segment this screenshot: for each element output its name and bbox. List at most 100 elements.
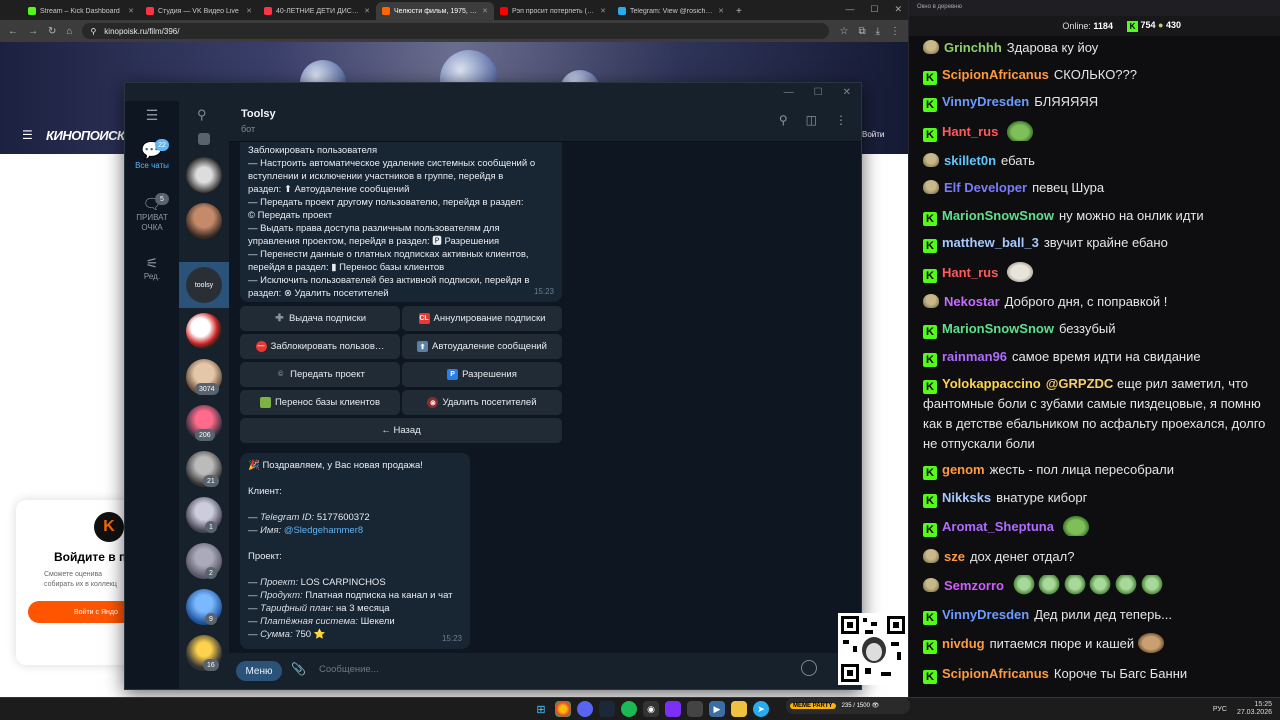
home-icon[interactable]: ⌂ <box>66 26 72 37</box>
chat-username[interactable]: ScipionAfricanus <box>942 67 1049 82</box>
folder-private[interactable]: 🗨 ПРИВАТ ОЧКА 5 <box>125 193 179 233</box>
clock[interactable]: 15:25 27.03.2026 <box>1237 701 1272 717</box>
browser-tab[interactable]: Telegram: View @rosich_russia ✕ <box>612 2 730 20</box>
chat-username[interactable]: ScipionAfricanus <box>942 666 1049 681</box>
discord-icon[interactable] <box>577 701 593 717</box>
reload-icon[interactable]: ↻ <box>48 26 56 37</box>
folder-edit[interactable]: ⚟ Ред. <box>125 255 179 281</box>
kick-badge-icon: K <box>923 239 937 253</box>
close-icon[interactable]: ✕ <box>718 7 724 15</box>
folder-all-chats[interactable]: 💬 Все чаты 22 <box>125 139 179 170</box>
browser-tab[interactable]: Студия — VK Видео Live ✕ <box>140 2 258 20</box>
spotify-icon[interactable] <box>621 701 637 717</box>
minimize-icon[interactable]: — <box>784 87 794 98</box>
browser-tab[interactable]: 40-ЛЕТНИЕ ДЕТИ ДИСНЕЯ – VK ✕ <box>258 2 376 20</box>
close-icon[interactable]: ✕ <box>482 7 488 15</box>
chat-username[interactable]: Nekostar <box>944 294 1000 309</box>
kinopoisk-logo[interactable]: КИНОПОИСК <box>46 128 125 143</box>
archive-icon[interactable] <box>198 133 210 145</box>
more-icon[interactable]: ⋮ <box>835 113 847 127</box>
chat-username[interactable]: Yolokappaccino <box>942 376 1041 391</box>
windows-start-icon[interactable]: ⊞ <box>533 701 549 717</box>
minimize-icon[interactable]: — <box>845 4 854 15</box>
chat-avatar[interactable] <box>186 313 222 349</box>
chat-title[interactable]: Toolsy <box>241 108 276 120</box>
message-input[interactable]: Сообщение... <box>319 664 379 675</box>
maximize-icon[interactable]: ☐ <box>814 87 823 98</box>
login-link[interactable]: Войти <box>862 130 884 139</box>
close-icon[interactable]: ✕ <box>894 4 902 15</box>
extensions-icon[interactable]: ⧉ <box>858 26 865 37</box>
transfer-project-button[interactable]: © Передать проект <box>240 362 400 387</box>
username-link[interactable]: @Sledgehammer8 <box>284 525 363 536</box>
block-user-button[interactable]: — Заблокировать пользов… <box>240 334 400 359</box>
chat-username[interactable]: MarionSnowSnow <box>942 321 1054 336</box>
back-icon[interactable]: ← <box>8 26 18 37</box>
close-icon[interactable]: ✕ <box>843 87 851 98</box>
site-info-icon[interactable]: ⚲ <box>90 27 96 36</box>
chat-avatar[interactable] <box>186 157 222 193</box>
hamburger-menu-icon[interactable]: ☰ <box>22 128 33 142</box>
chat-username[interactable]: VinnyDresden <box>942 94 1029 109</box>
chat-message: Elf Developer певец Шура <box>923 178 1269 198</box>
close-icon[interactable]: ✕ <box>128 7 134 15</box>
url-field[interactable]: ⚲ kinopoisk.ru/film/396/ <box>82 23 830 39</box>
close-icon[interactable]: ✕ <box>600 7 606 15</box>
browser-menu-icon[interactable]: ⋮ <box>890 26 900 37</box>
chat-avatar-toolsy[interactable]: toolsy <box>186 267 222 303</box>
bot-menu-button[interactable]: Меню <box>236 661 282 681</box>
close-icon[interactable]: ✕ <box>246 7 252 15</box>
cancel-subscription-button[interactable]: CL Аннулирование подписки <box>402 306 562 331</box>
chat-username[interactable]: Aromat_Sheptuna <box>942 519 1054 534</box>
chat-username[interactable]: sze <box>944 549 965 564</box>
obs-icon[interactable]: ◉ <box>643 701 659 717</box>
app-icon[interactable] <box>687 701 703 717</box>
media-player-icon[interactable]: ▶ <box>709 701 725 717</box>
chat-username[interactable]: matthew_ball_3 <box>942 235 1039 250</box>
browser-tab[interactable]: Stream – Kick Dashboard ✕ <box>22 2 140 20</box>
chat-username[interactable]: nivdug <box>942 636 985 651</box>
close-icon[interactable]: ✕ <box>364 7 370 15</box>
migrate-clients-button[interactable]: Перенос базы клиентов <box>240 390 400 415</box>
chat-text: БЛЯЯЯЯЯ <box>1034 94 1099 109</box>
chat-username[interactable]: Semzorro <box>944 578 1004 593</box>
new-tab-icon[interactable]: + <box>730 2 748 20</box>
chat-username[interactable]: skillet0n <box>944 153 996 168</box>
language-indicator[interactable]: РУС <box>1213 706 1227 713</box>
sidebar-toggle-icon[interactable]: ◫ <box>806 113 817 127</box>
telegram-icon[interactable]: ➤ <box>753 701 769 717</box>
chat-avatar[interactable] <box>186 203 222 239</box>
browser-tab[interactable]: Челюсти фильм, 1975, дата вы ✕ <box>376 2 494 20</box>
chat-username[interactable]: VinnyDresden <box>942 607 1029 622</box>
autodelete-button[interactable]: ⬆ Автоудаление сообщений <box>402 334 562 359</box>
search-icon[interactable]: ⚲ <box>779 113 788 127</box>
permissions-button[interactable]: P Разрешения <box>402 362 562 387</box>
maximize-icon[interactable]: ☐ <box>870 4 878 15</box>
chat-username[interactable]: Hant_rus <box>942 124 998 139</box>
chat-username[interactable]: Nikksks <box>942 490 991 505</box>
steam-icon[interactable] <box>599 701 615 717</box>
download-icon[interactable]: ⤓ <box>876 26 880 37</box>
issue-subscription-button[interactable]: ✚ Выдача подписки <box>240 306 400 331</box>
chat-username[interactable]: Hant_rus <box>942 265 998 280</box>
folder-icon[interactable] <box>731 701 747 717</box>
paperclip-icon[interactable]: 📎 <box>291 662 306 676</box>
chat-username[interactable]: Grinchhh <box>944 40 1002 55</box>
remove-visitors-button[interactable]: ⊗ Удалить посетителей <box>402 390 562 415</box>
menu-icon[interactable]: ☰ <box>125 107 179 124</box>
emoji-icon[interactable] <box>801 660 817 676</box>
yandex-login-button[interactable]: Войти с Яндо <box>28 601 136 623</box>
chat-username[interactable]: rainman96 <box>942 349 1007 364</box>
browser-tab[interactable]: Рэп просит потерпеть ((– YouT ✕ <box>494 2 612 20</box>
chat-username[interactable]: Elf Developer <box>944 180 1027 195</box>
forward-icon[interactable]: → <box>28 26 38 37</box>
back-button[interactable]: ← Назад <box>240 418 562 443</box>
chat-mention[interactable]: @GRPZDC <box>1046 376 1114 391</box>
bookmark-star-icon[interactable]: ☆ <box>839 26 848 37</box>
chrome-icon[interactable] <box>555 701 571 717</box>
chat-username[interactable]: MarionSnowSnow <box>942 208 1054 223</box>
chat-username[interactable]: genom <box>942 462 985 477</box>
search-icon[interactable]: ⚲ <box>197 107 207 123</box>
pepe-badge-icon <box>923 294 939 308</box>
app-icon[interactable] <box>665 701 681 717</box>
